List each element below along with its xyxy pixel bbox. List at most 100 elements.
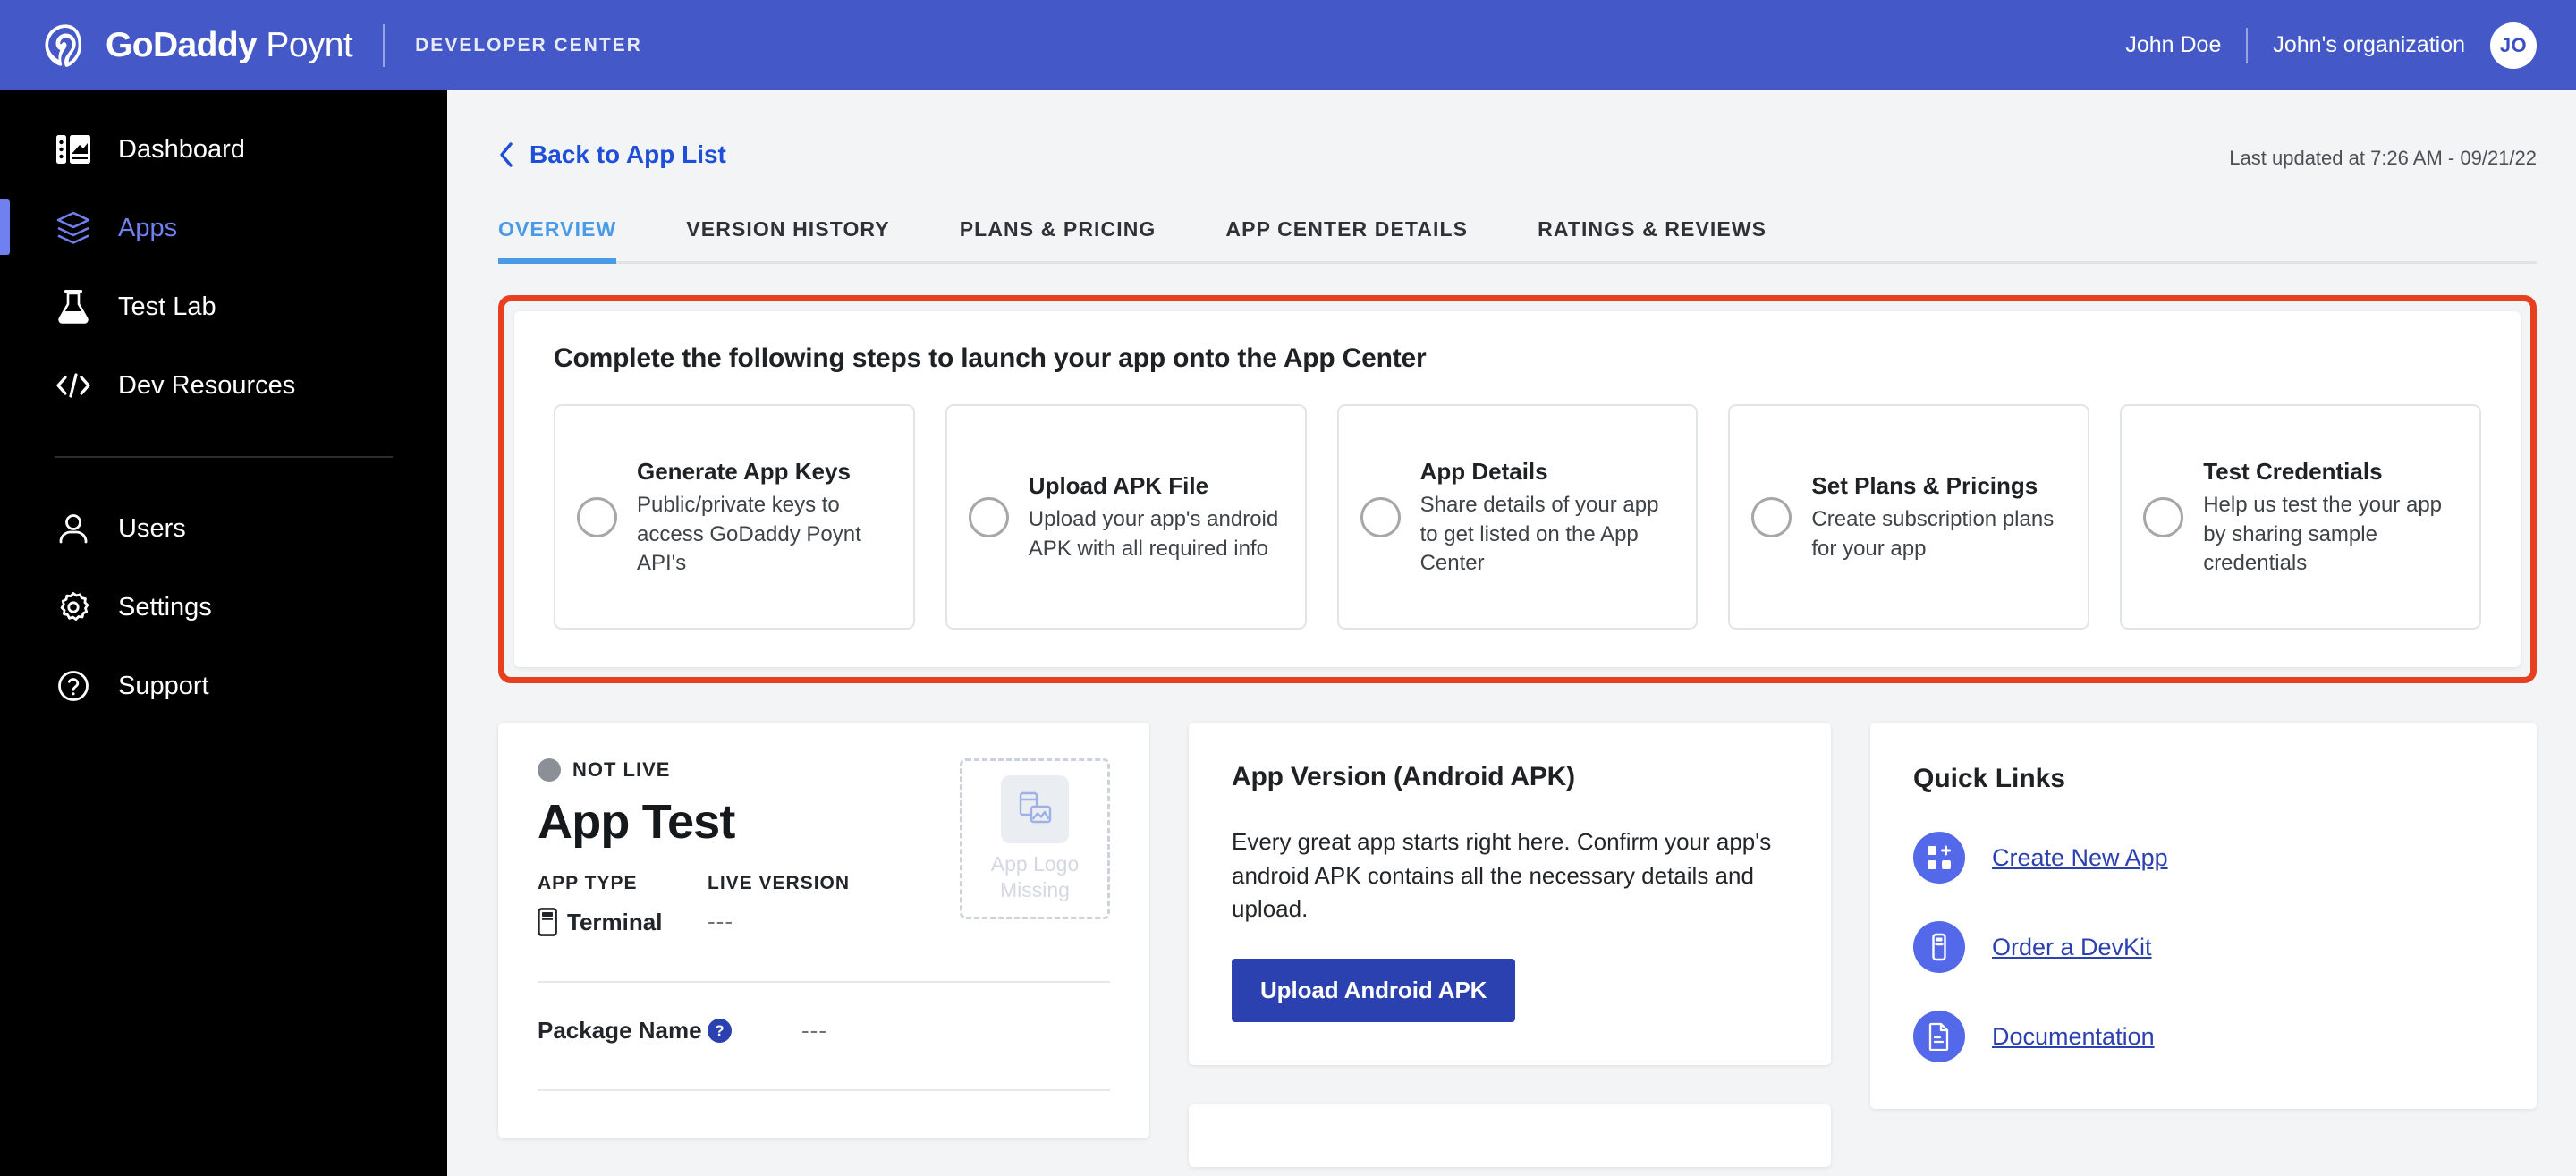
apk-column: App Version (Android APK) Every great ap… <box>1189 723 1831 1168</box>
sidebar-item-dev-resources[interactable]: Dev Resources <box>0 346 447 425</box>
tab-app-center-details[interactable]: APP CENTER DETAILS <box>1225 217 1468 261</box>
document-icon <box>1913 1011 1965 1062</box>
app-type-text: Terminal <box>567 908 663 935</box>
tab-plans-pricing[interactable]: PLANS & PRICING <box>960 217 1157 261</box>
quick-link-order-a-devkit[interactable]: Order a DevKit <box>1913 921 2494 973</box>
tab-overview[interactable]: OVERVIEW <box>498 217 617 264</box>
back-link-label: Back to App List <box>530 140 726 168</box>
step-set-plans-pricings[interactable]: Set Plans & Pricings Create subscription… <box>1728 404 2090 630</box>
page-root: GoDaddy Poynt DEVELOPER CENTER John Doe … <box>0 0 2576 1176</box>
sidebar-item-label: Settings <box>118 592 212 622</box>
app-info-top: NOT LIVE App Test APP TYPE Terminal LIVE… <box>538 758 1110 936</box>
step-radio[interactable] <box>1751 496 1792 537</box>
brand-name-light: Poynt <box>266 25 353 64</box>
step-title: Set Plans & Pricings <box>1811 471 2038 499</box>
step-text: Generate App Keys Public/private keys to… <box>637 456 892 579</box>
app-logo-missing-placeholder[interactable]: App Logo Missing <box>960 758 1110 919</box>
steps-highlight-outline: Complete the following steps to launch y… <box>498 295 2537 683</box>
step-test-credentials[interactable]: Test Credentials Help us test the your a… <box>2120 404 2481 630</box>
terminal-device-icon <box>1913 921 1965 973</box>
upload-android-apk-button[interactable]: Upload Android APK <box>1232 959 1516 1023</box>
godaddy-logo-icon <box>45 23 81 67</box>
top-bar: GoDaddy Poynt DEVELOPER CENTER John Doe … <box>0 0 2576 90</box>
step-generate-app-keys[interactable]: Generate App Keys Public/private keys to… <box>554 404 915 630</box>
step-text: Test Credentials Help us test the your a… <box>2203 456 2458 579</box>
back-row: Back to App List Last updated at 7:26 AM… <box>447 90 2576 170</box>
app-version-description: Every great app starts right here. Confi… <box>1232 828 1772 923</box>
sidebar: Dashboard Apps Test Lab Dev Resources Us… <box>0 90 447 1176</box>
package-name-label: Package Name <box>538 1017 702 1044</box>
user-org-divider <box>2246 27 2249 63</box>
terminal-icon <box>538 908 557 936</box>
sidebar-item-support[interactable]: Support <box>0 647 447 725</box>
sidebar-item-users[interactable]: Users <box>0 489 447 568</box>
sidebar-item-label: Dashboard <box>118 134 245 164</box>
brand-name: GoDaddy Poynt <box>106 25 353 65</box>
package-name-row: Package Name ? --- <box>538 983 1110 1045</box>
app-type-label: APP TYPE <box>538 873 638 893</box>
step-description: Upload your app's android APK with all r… <box>1028 507 1279 561</box>
app-logo-missing-text: App Logo Missing <box>991 851 1079 903</box>
app-title: App Test <box>538 795 735 849</box>
sidebar-item-dashboard[interactable]: Dashboard <box>0 110 447 189</box>
brand-logo[interactable]: GoDaddy Poynt <box>41 21 353 70</box>
steps-row: Generate App Keys Public/private keys to… <box>554 404 2481 630</box>
step-radio[interactable] <box>968 496 1009 537</box>
step-radio[interactable] <box>2143 496 2184 537</box>
quick-link-create-new-app[interactable]: Create New App <box>1913 832 2494 884</box>
help-icon[interactable]: ? <box>708 1019 732 1043</box>
app-info-column: NOT LIVE App Test APP TYPE Terminal LIVE… <box>498 723 1149 1138</box>
chevron-left-icon <box>500 142 513 167</box>
main-content: Back to App List Last updated at 7:26 AM… <box>447 90 2576 1176</box>
quick-link-label: Documentation <box>1992 1022 2155 1050</box>
step-description: Help us test the your app by sharing sam… <box>2203 493 2443 575</box>
quick-links-card: Quick Links Create New App Order a DevKi… <box>1870 723 2537 1109</box>
tab-ratings-reviews[interactable]: RATINGS & REVIEWS <box>1538 217 1767 261</box>
avatar[interactable]: JO <box>2490 21 2537 69</box>
step-upload-apk-file[interactable]: Upload APK File Upload your app's androi… <box>945 404 1307 630</box>
bottom-columns: NOT LIVE App Test APP TYPE Terminal LIVE… <box>498 723 2537 1168</box>
step-description: Create subscription plans for your app <box>1811 507 2055 561</box>
app-info-divider-2 <box>538 1089 1110 1091</box>
user-icon <box>55 510 92 547</box>
sidebar-item-label: Apps <box>118 213 178 242</box>
brand-divider <box>383 23 386 67</box>
step-app-details[interactable]: App Details Share details of your app to… <box>1336 404 1699 630</box>
organization-name[interactable]: John's organization <box>2273 32 2465 58</box>
status-label: NOT LIVE <box>572 758 671 781</box>
tab-version-history[interactable]: VERSION HISTORY <box>686 217 889 261</box>
sidebar-item-label: Support <box>118 671 209 700</box>
quick-link-label: Order a DevKit <box>1992 933 2152 960</box>
code-icon <box>55 367 92 404</box>
top-bar-right: John Doe John's organization JO <box>2125 21 2537 69</box>
step-radio[interactable] <box>577 496 617 537</box>
step-description: Public/private keys to access GoDaddy Po… <box>637 493 861 575</box>
dashboard-icon <box>55 131 92 168</box>
sidebar-item-label: Users <box>118 513 186 543</box>
app-logo-missing-line1: App Logo <box>990 851 1080 876</box>
grid-plus-icon <box>1913 832 1965 884</box>
step-title: Upload APK File <box>1028 471 1209 499</box>
step-text: App Details Share details of your app to… <box>1420 456 1675 579</box>
app-info-card: NOT LIVE App Test APP TYPE Terminal LIVE… <box>498 723 1149 1138</box>
back-to-app-list-link[interactable]: Back to App List <box>498 140 726 169</box>
sidebar-item-apps[interactable]: Apps <box>0 189 447 267</box>
step-title: App Details <box>1419 457 1548 485</box>
quick-link-documentation[interactable]: Documentation <box>1913 1011 2494 1062</box>
quick-link-label: Create New App <box>1992 843 2168 871</box>
steps-title: Complete the following steps to launch y… <box>554 343 1427 373</box>
status-badge: NOT LIVE <box>538 758 938 782</box>
step-title: Generate App Keys <box>637 457 851 485</box>
quick-links-column: Quick Links Create New App Order a DevKi… <box>1870 723 2537 1109</box>
app-type-block: APP TYPE Terminal <box>538 873 708 936</box>
quick-links-title: Quick Links <box>1913 764 2066 793</box>
sidebar-item-test-lab[interactable]: Test Lab <box>0 267 447 346</box>
sidebar-item-settings[interactable]: Settings <box>0 568 447 647</box>
live-version-value: --- <box>708 908 733 935</box>
user-name[interactable]: John Doe <box>2125 32 2221 58</box>
step-radio[interactable] <box>1360 496 1401 537</box>
package-name-value: --- <box>801 1017 827 1044</box>
sidebar-item-label: Dev Resources <box>118 370 296 400</box>
step-text: Upload APK File Upload your app's androi… <box>1029 470 1284 563</box>
steps-card: Complete the following steps to launch y… <box>514 311 2521 667</box>
